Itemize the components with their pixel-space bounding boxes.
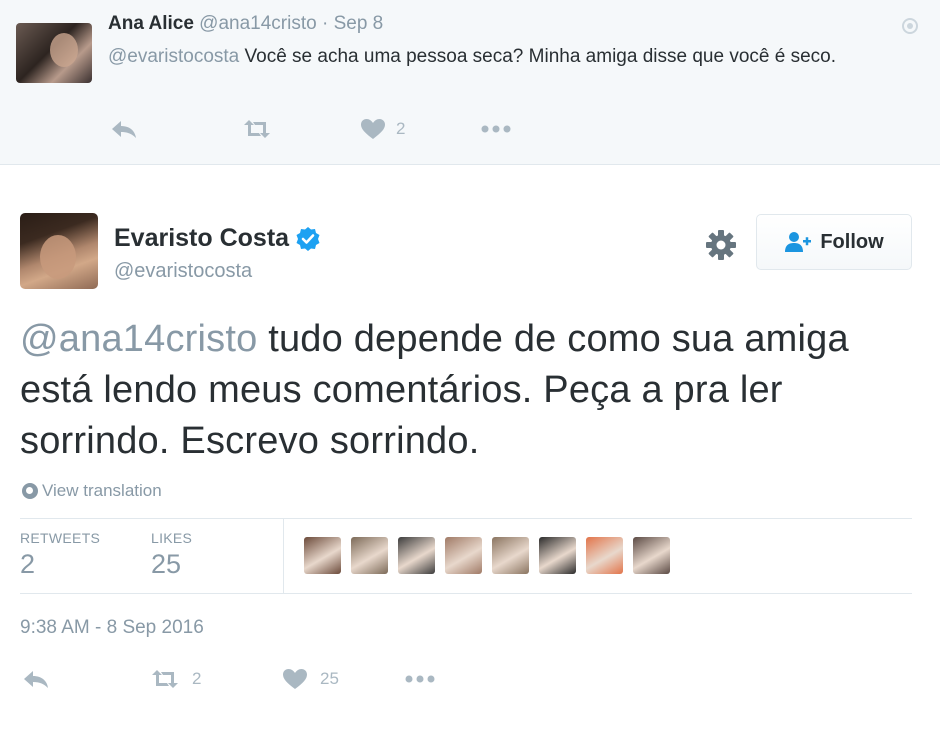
likes-label: LIKES — [151, 530, 193, 546]
follow-button-label: Follow — [820, 230, 884, 253]
reply-icon — [112, 121, 136, 138]
reply-tweet-actions: 2 — [110, 118, 512, 140]
reply-author-handle[interactable]: @ana14cristo — [199, 13, 317, 34]
globe-icon — [22, 483, 38, 499]
retweets-count: 2 — [20, 549, 36, 579]
reply-tweet-date[interactable]: Sep 8 — [334, 13, 384, 34]
main-tweet-actions: 2 25 — [22, 668, 436, 690]
main-mention-link[interactable]: @ana14cristo — [20, 318, 257, 360]
main-action-retweet[interactable]: 2 — [148, 668, 282, 690]
more-icon — [481, 125, 511, 133]
follow-button[interactable]: Follow — [756, 214, 912, 270]
add-user-icon — [785, 232, 812, 252]
reply-mention-link[interactable]: @evaristocosta — [108, 46, 239, 67]
view-translation-label: View translation — [42, 481, 162, 500]
reply-action-reply[interactable] — [110, 118, 240, 140]
likes-count: 25 — [151, 549, 182, 579]
liker-avatar[interactable] — [492, 537, 529, 574]
more-icon — [405, 675, 435, 683]
main-author-name-row[interactable]: Evaristo Costa — [114, 224, 321, 253]
reply-icon — [24, 671, 48, 688]
main-action-like[interactable]: 25 — [282, 668, 404, 690]
main-author-handle[interactable]: @evaristocosta — [114, 260, 252, 283]
gear-icon[interactable] — [704, 228, 738, 262]
reply-tweet-text: @evaristocosta Você se acha uma pessoa s… — [108, 43, 908, 71]
retweet-icon — [152, 670, 178, 688]
stats-divider-bottom — [20, 593, 912, 594]
heart-icon — [361, 119, 385, 139]
reply-action-like[interactable]: 2 — [360, 118, 480, 140]
main-action-reply[interactable] — [22, 668, 148, 690]
heart-icon — [283, 669, 307, 689]
tweet-timestamp[interactable]: 9:38 AM - 8 Sep 2016 — [20, 617, 204, 639]
main-author-name[interactable]: Evaristo Costa — [114, 224, 289, 253]
view-translation-link[interactable]: View translation — [22, 481, 162, 501]
reply-tweet-header: Ana Alice @ana14cristo · Sep 8 — [108, 13, 383, 35]
liker-avatar[interactable] — [304, 537, 341, 574]
reply-tweet-body: Você se acha uma pessoa seca? Minha amig… — [244, 46, 836, 67]
stats-divider-vertical — [283, 519, 284, 593]
main-retweet-count: 2 — [192, 669, 202, 688]
header-separator: · — [321, 13, 329, 34]
retweets-stat[interactable]: RETWEETS 2 — [20, 530, 100, 580]
retweet-icon — [244, 120, 270, 138]
main-action-more[interactable] — [404, 674, 436, 684]
globe-icon — [902, 18, 918, 34]
liker-avatar[interactable] — [586, 537, 623, 574]
reply-like-count: 2 — [396, 119, 406, 138]
likers-avatars — [304, 537, 670, 574]
liker-avatar[interactable] — [398, 537, 435, 574]
retweets-label: RETWEETS — [20, 530, 101, 546]
liker-avatar[interactable] — [351, 537, 388, 574]
likes-stat[interactable]: LIKES 25 — [151, 530, 192, 580]
reply-action-retweet[interactable] — [240, 118, 360, 140]
main-author-avatar[interactable] — [20, 213, 98, 289]
liker-avatar[interactable] — [633, 537, 670, 574]
verified-badge-icon — [296, 226, 320, 251]
reply-author-avatar[interactable] — [16, 23, 92, 83]
reply-author-name[interactable]: Ana Alice — [108, 13, 194, 34]
reply-tweet[interactable]: Ana Alice @ana14cristo · Sep 8 @evaristo… — [0, 0, 940, 165]
liker-avatar[interactable] — [539, 537, 576, 574]
reply-action-more[interactable] — [480, 124, 512, 134]
stats-divider-top — [20, 518, 912, 519]
main-like-count: 25 — [320, 669, 339, 688]
main-tweet-text: @ana14cristo tudo depende de como sua am… — [20, 314, 920, 467]
liker-avatar[interactable] — [445, 537, 482, 574]
